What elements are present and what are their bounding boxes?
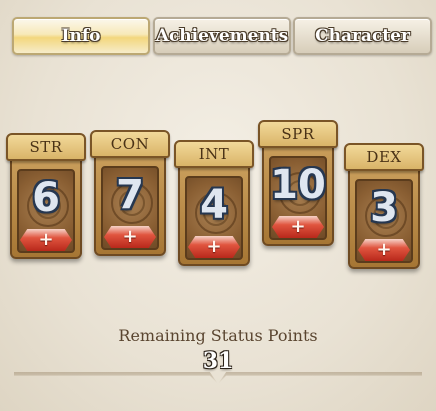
plus-icon: + (38, 229, 54, 250)
tab-achievements[interactable]: Achievements (153, 17, 291, 55)
stat-label: INT (174, 140, 254, 168)
remaining-points-label: Remaining Status Points (118, 326, 318, 345)
stat-value: 6 (32, 175, 60, 221)
stat-card-str: STR 6 + (6, 133, 86, 261)
stat-value: 7 (116, 172, 144, 218)
plus-icon: + (206, 236, 222, 257)
increase-con-button[interactable]: + (104, 226, 156, 248)
stat-value: 3 (370, 185, 398, 231)
increase-str-button[interactable]: + (20, 229, 72, 251)
increase-spr-button[interactable]: + (272, 216, 324, 238)
tab-bar: Info Achievements Character (12, 17, 432, 55)
remaining-points-value: 31 (202, 348, 234, 374)
tab-character[interactable]: Character (293, 17, 432, 55)
increase-dex-button[interactable]: + (358, 239, 410, 261)
stat-label: CON (90, 130, 170, 158)
stat-card-int: INT 4 + (174, 140, 254, 268)
stat-label: DEX (344, 143, 424, 171)
tab-info[interactable]: Info (12, 17, 150, 55)
plus-icon: + (122, 226, 138, 247)
plus-icon: + (290, 216, 306, 237)
status-panel: Info Achievements Character STR 6 + CON … (0, 0, 436, 411)
stat-value: 4 (200, 182, 228, 228)
stat-card-con: CON 7 + (90, 130, 170, 258)
stat-card-spr: SPR 10 + (258, 120, 338, 248)
stat-value: 10 (270, 162, 326, 208)
increase-int-button[interactable]: + (188, 236, 240, 258)
stat-card-dex: DEX 3 + (344, 143, 424, 271)
plus-icon: + (376, 239, 392, 260)
stat-label: SPR (258, 120, 338, 148)
stat-label: STR (6, 133, 86, 161)
